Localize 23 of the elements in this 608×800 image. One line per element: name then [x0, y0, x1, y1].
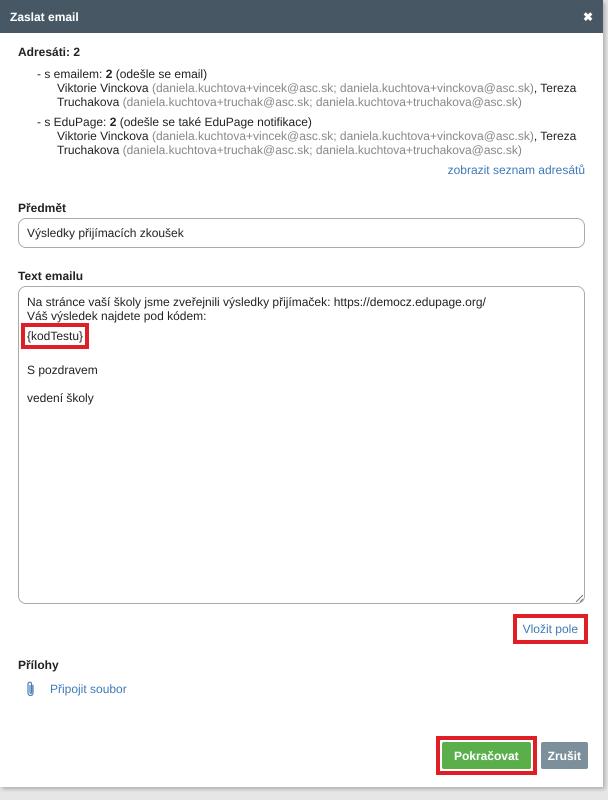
email-text-line: vedení školy	[27, 391, 94, 405]
cancel-button[interactable]: Zrušit	[540, 742, 588, 769]
email-text-field[interactable]: Na stránce vaší školy jsme zveřejnili výsledky přijímaček: https://democz.edupage.org/ Váš výsledek najdete pod kódem: {kodTestu} S pozdravem vedení školy	[18, 286, 585, 604]
recipient-summary: - s emailem: 2 (odešle se email)	[37, 67, 208, 81]
insert-field-link[interactable]: Vložit pole	[512, 614, 588, 644]
attachments-label: Přílohy	[18, 658, 60, 672]
email-text-line: S pozdravem	[27, 363, 98, 377]
subject-label: Předmět	[18, 201, 68, 215]
body-label: Text emailu	[18, 269, 84, 283]
recipient-summary: - s EduPage: 2 (odešle se také EduPage notifikace)	[37, 115, 313, 129]
recipients-heading: Adresáti: 2	[18, 45, 82, 59]
recipient-list: Viktorie Vinckova (daniela.kuchtova+vincek@asc.sk; daniela.kuchtova+vinckova@asc.sk), Tereza Truchakova (daniela.kuchtova+truchak@asc.sk; daniela.kuchtova+truchakova@asc.sk)	[57, 81, 583, 109]
paperclip-icon	[26, 681, 36, 697]
window-title: Zaslat email	[10, 10, 79, 24]
email-text-line: Na stránce vaší školy jsme zveřejnili výsledky přijímaček: https://democz.edupage.org/	[27, 295, 486, 309]
subject-field[interactable]: Výsledky přijímacích zkoušek	[18, 218, 585, 248]
resize-grip-icon[interactable]	[575, 594, 583, 602]
continue-button[interactable]: Pokračovat	[442, 742, 531, 769]
close-button[interactable]: ✖	[583, 10, 593, 24]
attach-file-link[interactable]: Připojit soubor	[50, 682, 127, 696]
email-text-line: Váš výsledek najdete pod kódem:	[27, 309, 206, 323]
recipient-list: Viktorie Vinckova (daniela.kuchtova+vincek@asc.sk; daniela.kuchtova+vinckova@asc.sk), Tereza Truchakova (daniela.kuchtova+truchak@asc.sk; daniela.kuchtova+truchakova@asc.sk)	[57, 129, 583, 157]
show-recipients-link[interactable]: zobrazit seznam adresátů	[448, 163, 585, 177]
